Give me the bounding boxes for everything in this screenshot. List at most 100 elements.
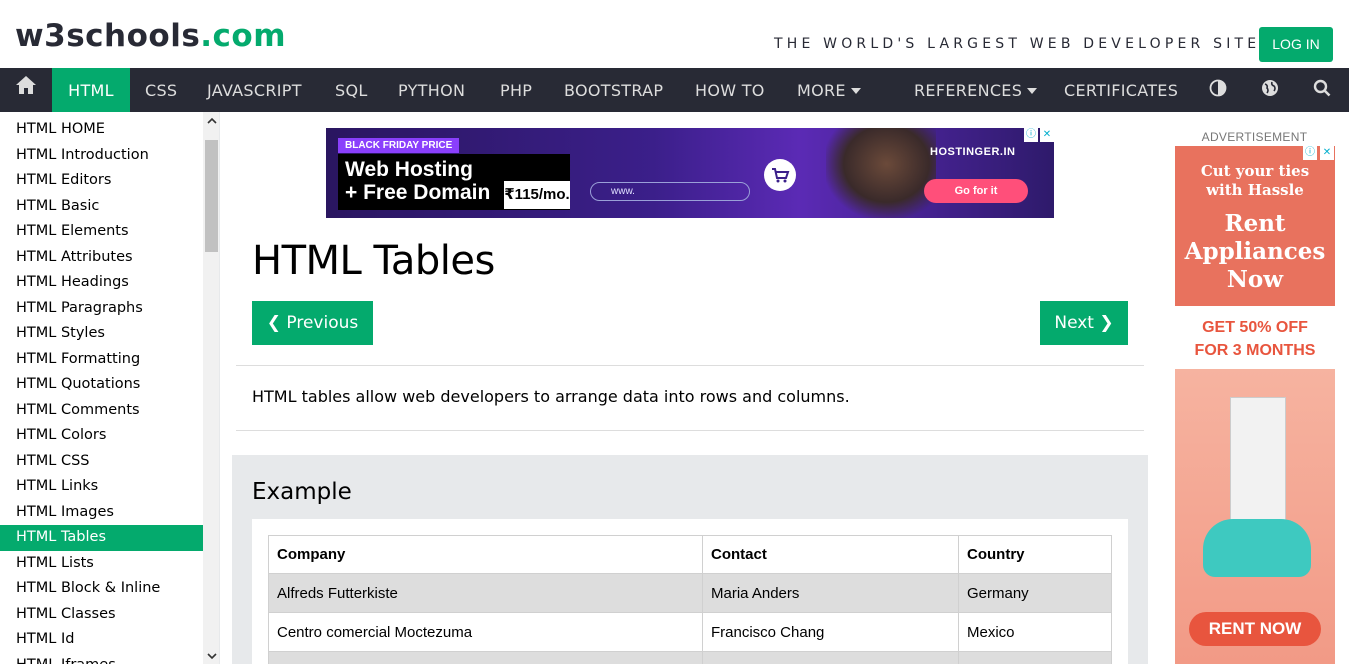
sidebar-item-html-iframes[interactable]: HTML Iframes <box>0 653 203 664</box>
nav-css[interactable]: CSS <box>145 68 177 112</box>
example-box: Example Company Contact Country Alfreds … <box>232 455 1148 664</box>
side-ad-offer-text: GET 50% OFF FOR 3 MONTHS <box>1175 316 1335 362</box>
advertisement-label: ADVERTISEMENT <box>1201 130 1308 144</box>
side-ad-tagline-2: with Hassle <box>1206 181 1304 199</box>
banner-ad[interactable]: BLACK FRIDAY PRICE Web Hosting + Free Do… <box>326 128 1054 218</box>
language-button[interactable] <box>1252 68 1288 112</box>
close-icon[interactable]: ✕ <box>1320 146 1334 160</box>
table-row: Centro comercial Moctezuma Francisco Cha… <box>268 612 1112 652</box>
sidebar-item-html-headings[interactable]: HTML Headings <box>0 270 203 296</box>
nav-certificates[interactable]: CERTIFICATES <box>1064 68 1178 112</box>
ad-info-icon[interactable]: ⓘ <box>1303 146 1317 160</box>
previous-button[interactable]: ❮ Previous <box>252 301 373 345</box>
nav-sql[interactable]: SQL <box>335 68 368 112</box>
sidebar-list: HTML HOME HTML Introduction HTML Editors… <box>0 117 203 664</box>
main-content: BLACK FRIDAY PRICE Web Hosting + Free Do… <box>220 112 1160 664</box>
sidebar-item-html-styles[interactable]: HTML Styles <box>0 321 203 347</box>
nav-javascript[interactable]: JAVASCRIPT <box>207 68 302 112</box>
table-cell: Germany <box>958 573 1112 613</box>
example-heading: Example <box>252 479 352 505</box>
sidebar-item-html-classes[interactable]: HTML Classes <box>0 602 203 628</box>
ad-headline-2: + Free Domain <box>345 181 491 204</box>
ad-info-icon[interactable]: ⓘ <box>1024 128 1038 142</box>
sidebar-item-html-quotations[interactable]: HTML Quotations <box>0 372 203 398</box>
table-header: Contact <box>702 535 959 574</box>
chevron-up-icon <box>206 112 217 130</box>
search-button[interactable] <box>1304 68 1340 112</box>
nav-bootstrap[interactable]: BOOTSTRAP <box>564 68 663 112</box>
nav-more[interactable]: MORE <box>797 68 861 112</box>
sidebar-item-html-images[interactable]: HTML Images <box>0 500 203 526</box>
nav-home[interactable] <box>0 68 52 112</box>
table-cell: Francisco Chang <box>702 612 959 652</box>
logo-suffix: .com <box>200 18 287 54</box>
ad-badge: BLACK FRIDAY PRICE <box>338 138 460 153</box>
ad-url-field: www. <box>590 182 750 201</box>
sidebar-item-html-tables[interactable]: HTML Tables <box>0 525 203 551</box>
sidebar-item-html-elements[interactable]: HTML Elements <box>0 219 203 245</box>
contrast-icon <box>1209 79 1227 102</box>
side-ad-image: RENT NOW <box>1175 369 1335 664</box>
table-row: Alfreds Futterkiste Maria Anders Germany <box>268 573 1112 613</box>
ad-cta-button[interactable]: Go for it <box>924 179 1028 203</box>
chevron-down-icon <box>1027 88 1038 94</box>
side-ad-headline: Rent Appliances Now <box>1175 210 1335 294</box>
sidebar-item-html-basic[interactable]: HTML Basic <box>0 194 203 220</box>
sidebar-item-html-css[interactable]: HTML CSS <box>0 449 203 475</box>
side-ad-tagline-1: Cut your ties <box>1200 162 1310 180</box>
nav-references[interactable]: REFERENCES <box>914 68 1038 112</box>
ad-price: ₹115/mo. <box>504 181 570 209</box>
right-ad-column: ADVERTISEMENT Cut your ties with Hassle … <box>1160 112 1349 664</box>
side-ad-headline-1: Rent <box>1224 210 1286 237</box>
nav-php[interactable]: PHP <box>500 68 532 112</box>
scroll-down-arrow[interactable] <box>203 647 219 664</box>
rent-now-button[interactable]: RENT NOW <box>1189 612 1321 646</box>
scroll-up-arrow[interactable] <box>203 112 219 130</box>
table-cell: Mexico <box>958 612 1112 652</box>
sidebar-item-html-attributes[interactable]: HTML Attributes <box>0 245 203 271</box>
sidebar-item-html-links[interactable]: HTML Links <box>0 474 203 500</box>
divider <box>236 430 1144 431</box>
sidebar-item-html-home[interactable]: HTML HOME <box>0 117 203 143</box>
chevron-down-icon <box>206 647 217 664</box>
site-logo[interactable]: w3schools.com <box>15 18 286 54</box>
next-button[interactable]: Next ❯ <box>1040 301 1128 345</box>
sidebar-item-html-comments[interactable]: HTML Comments <box>0 398 203 424</box>
sidebar-item-html-introduction[interactable]: HTML Introduction <box>0 143 203 169</box>
sidebar-item-html-editors[interactable]: HTML Editors <box>0 168 203 194</box>
sidebar-item-html-lists[interactable]: HTML Lists <box>0 551 203 577</box>
sidebar-item-html-paragraphs[interactable]: HTML Paragraphs <box>0 296 203 322</box>
chevron-down-icon <box>850 88 861 94</box>
side-ad-tagline: Cut your ties with Hassle <box>1175 162 1335 200</box>
side-ad-offer-1: GET 50% OFF <box>1202 319 1308 336</box>
side-ad-offer: GET 50% OFF FOR 3 MONTHS <box>1175 306 1335 369</box>
ad-person-image <box>826 128 936 218</box>
intro-text: HTML tables allow web developers to arra… <box>252 387 850 406</box>
site-tagline: THE WORLD'S LARGEST WEB DEVELOPER SITE <box>774 36 1261 52</box>
side-ad[interactable]: Cut your ties with Hassle Rent Appliance… <box>1175 146 1335 664</box>
cart-icon <box>764 159 796 191</box>
table-cell: Alfreds Futterkiste <box>268 573 703 613</box>
ad-brand: HOSTINGER.IN <box>930 146 1016 158</box>
nav-how-to[interactable]: HOW TO <box>695 68 765 112</box>
table-cell <box>268 651 703 664</box>
login-button[interactable]: LOG IN <box>1259 27 1333 62</box>
nav-html[interactable]: HTML <box>52 68 130 112</box>
sidebar-scrollbar[interactable] <box>203 112 219 664</box>
logo-main: w3schools <box>15 18 201 54</box>
theme-toggle-button[interactable] <box>1200 68 1236 112</box>
table-header-row: Company Contact Country <box>268 535 1112 574</box>
sidebar-item-html-block-inline[interactable]: HTML Block & Inline <box>0 576 203 602</box>
home-icon <box>15 67 37 113</box>
example-table: Company Contact Country Alfreds Futterki… <box>268 535 1112 664</box>
nav-python[interactable]: PYTHON <box>398 68 465 112</box>
table-row <box>268 651 1112 664</box>
sidebar-item-html-id[interactable]: HTML Id <box>0 627 203 653</box>
site-header: w3schools.com THE WORLD'S LARGEST WEB DE… <box>0 0 1366 68</box>
sidebar-scroll-thumb[interactable] <box>205 140 218 252</box>
sidebar-item-html-formatting[interactable]: HTML Formatting <box>0 347 203 373</box>
search-icon <box>1313 79 1331 102</box>
sidebar-item-html-colors[interactable]: HTML Colors <box>0 423 203 449</box>
close-icon[interactable]: ✕ <box>1040 128 1054 142</box>
page-title: HTML Tables <box>252 238 495 284</box>
